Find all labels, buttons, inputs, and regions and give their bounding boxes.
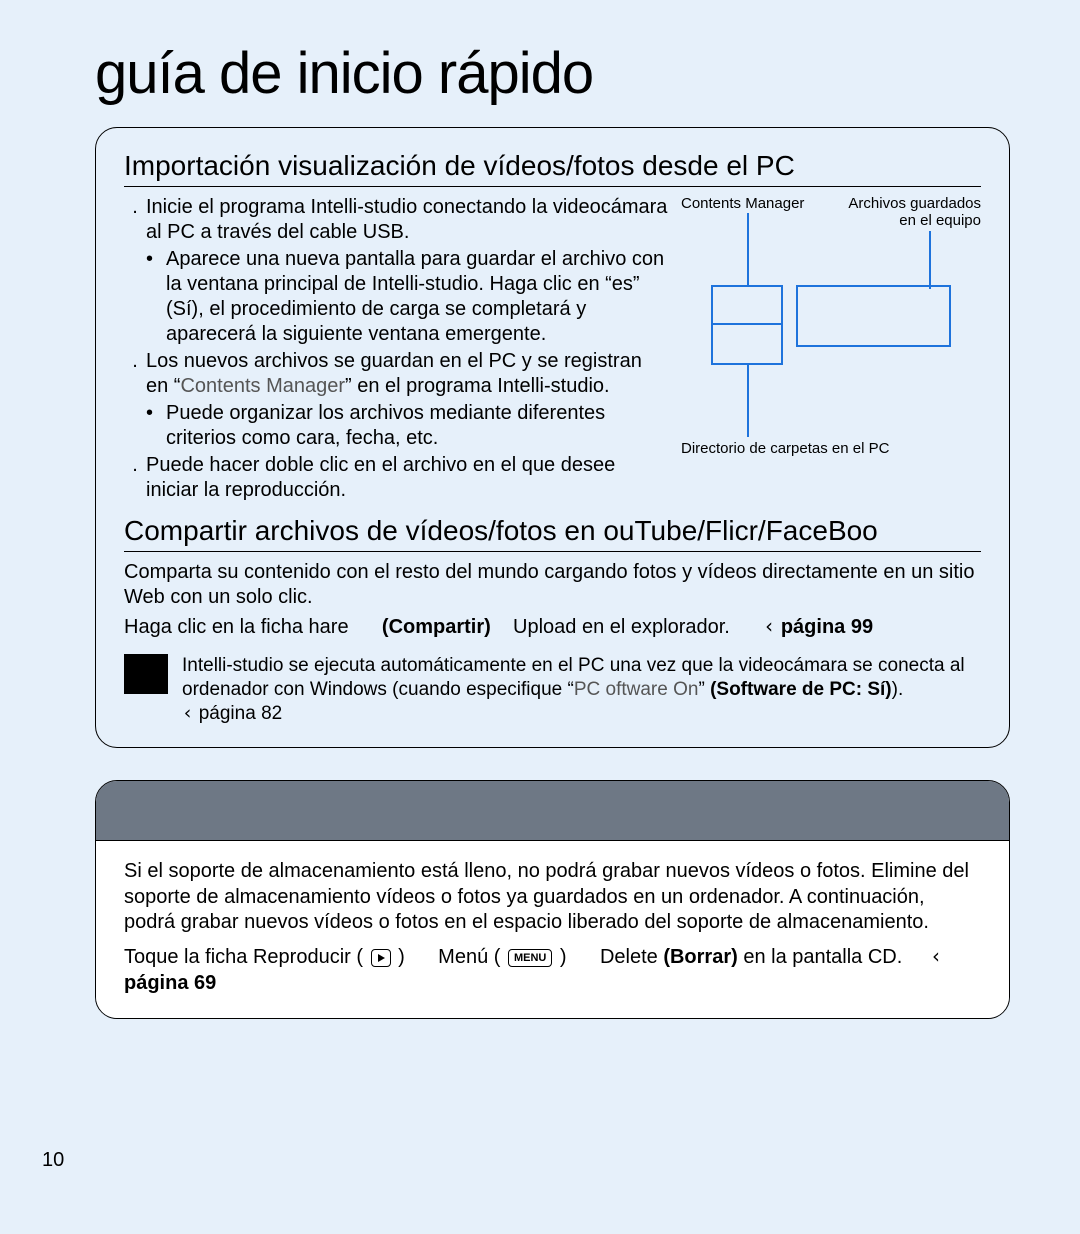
lower-box-body: Si el soporte de almacenamiento está lle…: [96, 841, 1009, 1018]
bullet: •: [146, 401, 166, 451]
arrow-icon: ‹: [182, 702, 193, 724]
diagram-label-directory: Directorio de carpetas en el PC: [681, 440, 981, 457]
action-text-c: Upload en el explorador.: [513, 616, 730, 638]
page-ref-69: página 69: [124, 972, 216, 994]
bullet: •: [146, 247, 166, 347]
step-2-sub: Puede organizar los archivos mediante di…: [166, 401, 669, 451]
lower-b: ): [398, 946, 405, 968]
diagram: Contents Manager Archivos guardados en e…: [681, 195, 981, 495]
section-2-heading: Compartir archivos de vídeos/fotos en ou…: [124, 515, 981, 552]
note-b: ”: [698, 679, 710, 700]
lower-box: Si el soporte de almacenamiento está lle…: [95, 780, 1010, 1019]
bullet-dot: .: [124, 195, 146, 245]
note-bold: (Software de PC: Sí): [710, 679, 892, 700]
lower-box-header: [96, 781, 1009, 841]
step-1-sub: Aparece una nueva pantalla para guardar …: [166, 247, 669, 347]
lower-c: Menú (: [438, 946, 500, 968]
menu-icon: MENU: [508, 949, 552, 967]
note-quoted: PC oftware On: [574, 679, 699, 700]
arrow-icon: ‹: [930, 944, 942, 968]
action-text-a: Haga clic en la ficha hare: [124, 616, 349, 638]
main-content-box: Importación visualización de vídeos/foto…: [95, 127, 1010, 748]
bullet-dot: .: [124, 349, 146, 399]
section-1-text: . Inicie el programa Intelli-studio cone…: [124, 195, 669, 505]
section-2-action-line: Haga clic en la ficha hare (Compartir) U…: [124, 614, 981, 640]
step-1: Inicie el programa Intelli-studio conect…: [146, 195, 669, 245]
lower-paragraph: Si el soporte de almacenamiento está lle…: [124, 859, 981, 936]
diagram-box: [711, 285, 783, 325]
note-c: ).: [892, 679, 904, 700]
arrow-icon: ‹: [763, 614, 775, 638]
step-3: Puede hacer doble clic en el archivo en …: [146, 453, 669, 503]
lower-action-line: Toque la ficha Reproducir ( ) Menú ( MEN…: [124, 944, 981, 996]
page-number: 10: [42, 1149, 64, 1172]
lower-e: Delete: [600, 946, 663, 968]
note-text: Intelli-studio se ejecuta automáticament…: [182, 654, 981, 725]
diagram-line: [929, 231, 931, 289]
bullet-dot: .: [124, 453, 146, 503]
note-block: Intelli-studio se ejecuta automáticament…: [124, 654, 981, 725]
lower-a: Toque la ficha Reproducir (: [124, 946, 363, 968]
step-2: Los nuevos archivos se guardan en el PC …: [146, 349, 669, 399]
page-ref-99: página 99: [781, 616, 873, 638]
lower-f: en la pantalla CD.: [738, 946, 903, 968]
page-ref-82: página 82: [199, 703, 282, 724]
diagram-label-contents-manager: Contents Manager: [681, 195, 821, 212]
diagram-box: [796, 285, 951, 347]
diagram-line: [747, 365, 749, 437]
section-2-intro: Comparta su contenido con el resto del m…: [124, 560, 981, 610]
note-icon: [124, 654, 168, 694]
action-compartir: (Compartir): [382, 616, 491, 638]
step-2b: ” en el programa Intelli-studio.: [345, 375, 610, 397]
diagram-line: [747, 213, 749, 285]
step-2-contents-manager: Contents Manager: [180, 375, 345, 397]
lower-borrar: (Borrar): [663, 946, 737, 968]
page-title: guía de inicio rápido: [95, 40, 1010, 107]
play-icon: [371, 949, 391, 967]
diagram-box: [711, 325, 783, 365]
diagram-label-saved-files: Archivos guardados en el equipo: [831, 195, 981, 229]
section-1-heading: Importación visualización de vídeos/foto…: [124, 150, 981, 187]
section-2-body: Comparta su contenido con el resto del m…: [124, 560, 981, 725]
lower-d: ): [560, 946, 567, 968]
